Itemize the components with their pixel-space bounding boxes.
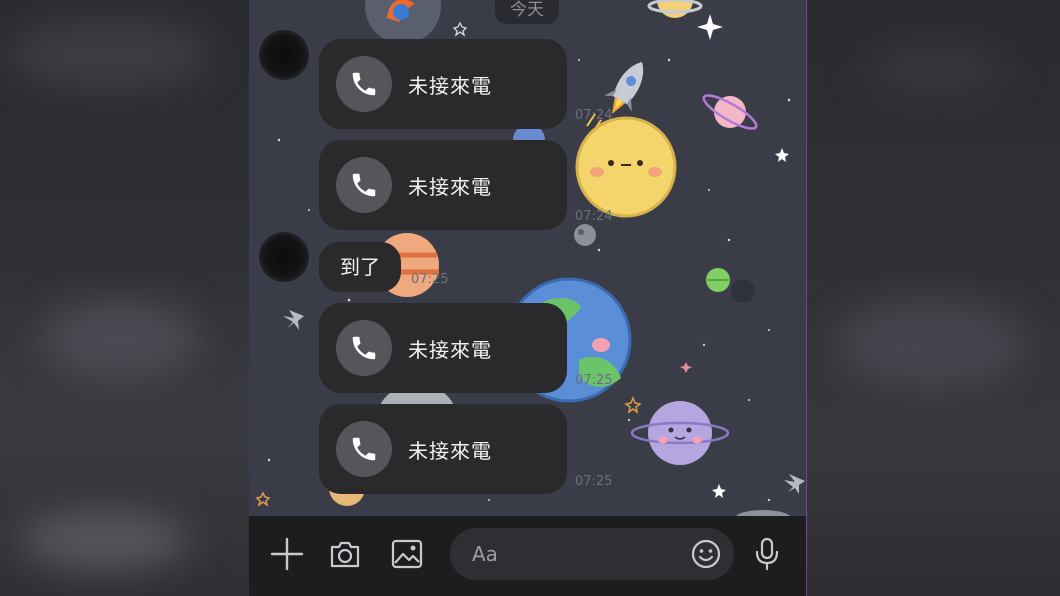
microphone-icon[interactable] — [747, 534, 787, 574]
message-time: 07:24 — [575, 108, 613, 123]
missed-call-label: 未接來電 — [408, 73, 492, 98]
chat-screen: 今天 未接來電 07:24 未接來電 07:24 到了 07:25 未接來電 0… — [249, 0, 807, 596]
blurred-backdrop-left — [0, 0, 249, 596]
missed-call-bubble[interactable]: 未接來電 — [319, 404, 567, 494]
missed-call-label: 未接來電 — [408, 174, 492, 199]
avatar[interactable] — [259, 30, 309, 80]
message-time: 07:25 — [575, 373, 613, 388]
message-time: 07:25 — [575, 474, 613, 489]
message-input-bar: Aa — [249, 516, 806, 596]
missed-call-label: 未接來電 — [408, 337, 492, 362]
blur-shape — [836, 300, 1026, 390]
avatar[interactable] — [259, 232, 309, 282]
phone-handset-icon — [336, 421, 392, 477]
message-time: 07:25 — [411, 272, 449, 287]
blur-shape — [40, 300, 200, 380]
phone-handset-icon — [336, 56, 392, 112]
phone-handset-icon — [336, 157, 392, 213]
blur-shape — [20, 510, 190, 570]
smiley-icon[interactable] — [690, 538, 722, 570]
blur-shape — [866, 40, 1006, 100]
missed-call-bubble[interactable]: 未接來電 — [319, 140, 567, 230]
image-icon[interactable] — [387, 534, 427, 574]
message-input[interactable]: Aa — [450, 528, 734, 580]
missed-call-bubble[interactable]: 未接來電 — [319, 303, 567, 393]
message-time: 07:24 — [575, 209, 613, 224]
date-divider: 今天 — [495, 0, 559, 24]
missed-call-bubble[interactable]: 未接來電 — [319, 39, 567, 129]
text-message-bubble[interactable]: 到了 — [319, 242, 401, 292]
blur-shape — [10, 20, 210, 90]
missed-call-label: 未接來電 — [408, 438, 492, 463]
plus-icon[interactable] — [267, 534, 307, 574]
message-input-placeholder: Aa — [472, 542, 498, 566]
camera-icon[interactable] — [325, 534, 365, 574]
phone-handset-icon — [336, 320, 392, 376]
blurred-backdrop-right — [806, 0, 1060, 596]
